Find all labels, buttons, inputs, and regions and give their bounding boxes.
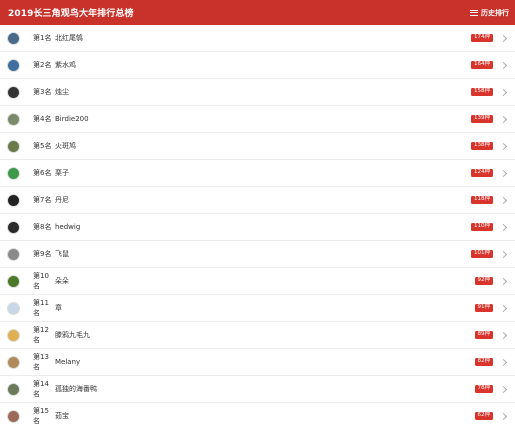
user-name: Birdie200 (55, 115, 89, 123)
list-item[interactable]: 第2名 紫水鸡 164种 (0, 52, 515, 79)
page-title: 2019长三角观鸟大年排行总榜 (8, 9, 134, 19)
list-item[interactable]: 第8名 hedwig 110种 (0, 214, 515, 241)
species-count-badge: 62种 (474, 411, 493, 421)
user-name: 丹尼 (55, 196, 69, 204)
rank-label: 第1名 (33, 34, 52, 42)
avatar (7, 409, 20, 423)
list-item[interactable]: 第10名 朵朵 92种 (0, 268, 515, 295)
chevron-right-icon (499, 412, 508, 420)
user-name: Melany (55, 358, 81, 366)
rank-label: 第5名 (33, 142, 52, 150)
history-ranking-button[interactable]: 历史排行 (470, 8, 509, 18)
list-item[interactable]: 第1名 北红尾鸲 174种 (0, 25, 515, 52)
list-item[interactable]: 第14名 孤独的海番鸭 78种 (0, 376, 515, 403)
user-name: 茹宝 (55, 412, 69, 420)
rank-label: 第12名 (33, 326, 49, 344)
list-item[interactable]: 第9名 飞鼠 101种 (0, 241, 515, 268)
user-name: 滕鸦九毛九 (55, 331, 90, 339)
avatar (7, 139, 20, 153)
avatar (7, 58, 20, 72)
avatar (7, 193, 20, 207)
avatar (7, 112, 20, 126)
avatar (7, 328, 20, 342)
user-name: 朵朵 (55, 277, 69, 285)
chevron-right-icon (499, 385, 508, 393)
rank-label: 第2名 (33, 61, 52, 69)
chevron-right-icon (499, 358, 508, 366)
avatar (7, 382, 20, 396)
list-item[interactable]: 第5名 火斑鸠 138种 (0, 133, 515, 160)
user-name: 栗子 (55, 169, 69, 177)
chevron-right-icon (499, 34, 508, 42)
page-header: 2019长三角观鸟大年排行总榜 历史排行 (0, 0, 515, 25)
rank-label: 第8名 (33, 223, 52, 231)
rank-label: 第11名 (33, 299, 49, 317)
species-count-badge: 78种 (474, 384, 493, 394)
species-count-badge: 139种 (471, 114, 493, 124)
user-name: 北红尾鸲 (55, 34, 83, 42)
avatar (7, 166, 20, 180)
species-count-badge: 158种 (471, 87, 493, 97)
avatar (7, 355, 20, 369)
chevron-right-icon (499, 304, 508, 312)
user-name: 火斑鸠 (55, 142, 76, 150)
rank-label: 第15名 (33, 407, 49, 425)
species-count-badge: 110种 (471, 222, 493, 232)
species-count-badge: 164种 (471, 60, 493, 70)
chevron-right-icon (499, 196, 508, 204)
species-count-badge: 92种 (474, 276, 493, 286)
user-name: 孤独的海番鸭 (55, 385, 97, 393)
user-name: 飞鼠 (55, 250, 69, 258)
avatar (7, 274, 20, 288)
chevron-right-icon (499, 88, 508, 96)
rank-label: 第9名 (33, 250, 52, 258)
species-count-badge: 101种 (471, 249, 493, 259)
user-name: hedwig (55, 223, 81, 231)
rank-label: 第13名 (33, 353, 49, 371)
list-item[interactable]: 第11名 章 91种 (0, 295, 515, 322)
avatar (7, 85, 20, 99)
user-name: 紫水鸡 (55, 61, 76, 69)
species-count-badge: 82种 (474, 357, 493, 367)
species-count-badge: 89种 (474, 330, 493, 340)
ranking-list: 第1名 北红尾鸲 174种 第2名 紫水鸡 164种 第3名 烛尘 158种 第… (0, 25, 515, 426)
species-count-badge: 174种 (471, 33, 493, 43)
species-count-badge: 118种 (471, 195, 493, 205)
list-item[interactable]: 第7名 丹尼 118种 (0, 187, 515, 214)
avatar (7, 31, 20, 45)
rank-label: 第14名 (33, 380, 49, 398)
list-item[interactable]: 第12名 滕鸦九毛九 89种 (0, 322, 515, 349)
rank-label: 第4名 (33, 115, 52, 123)
avatar (7, 247, 20, 261)
chevron-right-icon (499, 61, 508, 69)
list-item[interactable]: 第13名 Melany 82种 (0, 349, 515, 376)
chevron-right-icon (499, 331, 508, 339)
rank-label: 第6名 (33, 169, 52, 177)
species-count-badge: 138种 (471, 141, 493, 151)
list-item[interactable]: 第4名 Birdie200 139种 (0, 106, 515, 133)
list-item[interactable]: 第3名 烛尘 158种 (0, 79, 515, 106)
chevron-right-icon (499, 142, 508, 150)
rank-label: 第3名 (33, 88, 52, 96)
species-count-badge: 91种 (474, 303, 493, 313)
species-count-badge: 124种 (471, 168, 493, 178)
chevron-right-icon (499, 223, 508, 231)
rank-label: 第7名 (33, 196, 52, 204)
avatar (7, 220, 20, 234)
list-item[interactable]: 第15名 茹宝 62种 (0, 403, 515, 426)
chevron-right-icon (499, 250, 508, 258)
user-name: 烛尘 (55, 88, 69, 96)
chevron-right-icon (499, 169, 508, 177)
menu-icon (470, 9, 478, 16)
rank-label: 第10名 (33, 272, 49, 290)
avatar (7, 301, 20, 315)
chevron-right-icon (499, 277, 508, 285)
history-ranking-label: 历史排行 (481, 8, 509, 17)
list-item[interactable]: 第6名 栗子 124种 (0, 160, 515, 187)
user-name: 章 (55, 304, 62, 312)
chevron-right-icon (499, 115, 508, 123)
